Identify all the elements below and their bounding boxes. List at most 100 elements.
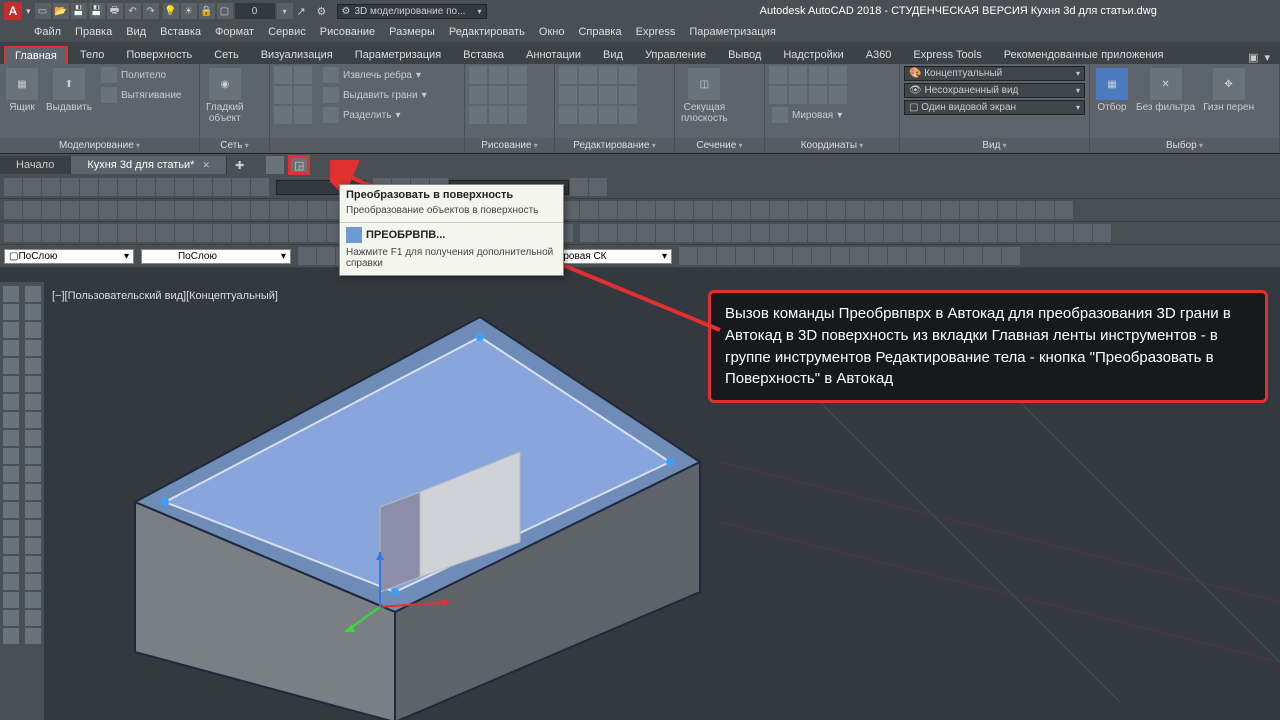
tab-featured-apps[interactable]: Рекомендованные приложения: [994, 46, 1174, 64]
viewport-label[interactable]: [−][Пользовательский вид][Концептуальный…: [52, 290, 278, 302]
menu-format[interactable]: Формат: [215, 26, 254, 38]
tool-icon[interactable]: [983, 247, 1001, 265]
panel-modify-title[interactable]: Редактирование: [555, 138, 674, 153]
draw-tool-icon[interactable]: [25, 502, 41, 518]
tool-icon[interactable]: [789, 201, 807, 219]
panel-section-title[interactable]: Сечение: [675, 138, 764, 153]
menu-dims[interactable]: Размеры: [389, 26, 435, 38]
linetype-combo[interactable]: ПоСлою: [141, 249, 291, 264]
tool-icon[interactable]: [869, 247, 887, 265]
tool-icon[interactable]: [270, 224, 288, 242]
tool-icon[interactable]: [1036, 224, 1054, 242]
tool-icon[interactable]: [194, 224, 212, 242]
draw-tool-icon[interactable]: [3, 376, 19, 392]
tool-icon[interactable]: [570, 178, 588, 196]
tool-icon[interactable]: [99, 201, 117, 219]
tool-icon[interactable]: [599, 224, 617, 242]
tool-icon[interactable]: [99, 178, 117, 196]
layer-name[interactable]: 0: [235, 3, 275, 19]
tool-icon[interactable]: [713, 224, 731, 242]
tool-icon[interactable]: [599, 201, 617, 219]
tool-icon[interactable]: [922, 201, 940, 219]
tool-icon[interactable]: [903, 224, 921, 242]
tab-output[interactable]: Вывод: [718, 46, 771, 64]
tab-solid[interactable]: Тело: [70, 46, 115, 64]
tool-icon[interactable]: [317, 247, 335, 265]
tab-insert[interactable]: Вставка: [453, 46, 514, 64]
tool-icon[interactable]: [80, 201, 98, 219]
modify-icon[interactable]: [599, 106, 617, 124]
modify-icon[interactable]: [599, 86, 617, 104]
draw-tool-icon[interactable]: [3, 484, 19, 500]
tab-annotate[interactable]: Аннотации: [516, 46, 591, 64]
tool-icon[interactable]: [61, 201, 79, 219]
draw-tool-icon[interactable]: [25, 448, 41, 464]
tool-icon[interactable]: [270, 201, 288, 219]
draw-tool-icon[interactable]: [25, 628, 41, 644]
tool-icon[interactable]: [1017, 201, 1035, 219]
tool-icon[interactable]: [175, 178, 193, 196]
draw-tool-icon[interactable]: [25, 484, 41, 500]
tool-icon[interactable]: [964, 247, 982, 265]
tool-icon[interactable]: [118, 201, 136, 219]
modify-icon[interactable]: [559, 66, 577, 84]
tool-icon[interactable]: [4, 178, 22, 196]
undo-icon[interactable]: ↶: [125, 3, 141, 19]
tool-icon[interactable]: [998, 201, 1016, 219]
menu-help[interactable]: Справка: [578, 26, 621, 38]
tool-icon[interactable]: [732, 224, 750, 242]
tool-icon[interactable]: [945, 247, 963, 265]
tool-icon[interactable]: [118, 178, 136, 196]
tool-icon[interactable]: [736, 247, 754, 265]
draw-tool-icon[interactable]: [25, 340, 41, 356]
extrude-faces-button[interactable]: Выдавить грани ▾: [320, 86, 430, 104]
draw-tool-icon[interactable]: [25, 286, 41, 302]
menu-modify[interactable]: Редактировать: [449, 26, 525, 38]
tool-icon[interactable]: [61, 178, 79, 196]
draw-tool-icon[interactable]: [25, 394, 41, 410]
draw-tool-icon[interactable]: [3, 628, 19, 644]
ribbon-min-icon[interactable]: ▣: [1248, 51, 1258, 64]
draw-tool-icon[interactable]: [25, 376, 41, 392]
tool-icon[interactable]: [42, 224, 60, 242]
tool-icon[interactable]: [175, 201, 193, 219]
tool-icon[interactable]: [865, 224, 883, 242]
tool-icon[interactable]: [308, 201, 326, 219]
tool-icon[interactable]: [907, 247, 925, 265]
tool-icon[interactable]: [1074, 224, 1092, 242]
tool-icon[interactable]: [751, 224, 769, 242]
tool-icon[interactable]: [850, 247, 868, 265]
tab-visualize[interactable]: Визуализация: [251, 46, 343, 64]
workspace-dropdown[interactable]: ⚙3D моделирование по...▾: [337, 4, 487, 19]
tab-view[interactable]: Вид: [593, 46, 633, 64]
draw-tool-icon[interactable]: [25, 520, 41, 536]
tool-icon[interactable]: [137, 224, 155, 242]
draw-tool-icon[interactable]: [3, 394, 19, 410]
solid-edit-icon[interactable]: [294, 106, 312, 124]
toolbar-misc-icon[interactable]: [266, 156, 284, 174]
tool-icon[interactable]: [1036, 201, 1054, 219]
new-tab-button[interactable]: ✚: [227, 156, 252, 175]
ucs-icon[interactable]: [769, 66, 787, 84]
separate-button[interactable]: Разделить ▾: [320, 106, 430, 124]
tool-icon[interactable]: [137, 201, 155, 219]
tool-icon[interactable]: [1055, 201, 1073, 219]
close-icon[interactable]: ✕: [202, 160, 210, 170]
tab-home[interactable]: Главная: [4, 46, 68, 64]
panel-select-title[interactable]: Выбор: [1090, 138, 1279, 153]
draw-tool-icon[interactable]: [3, 574, 19, 590]
menu-param[interactable]: Параметризация: [689, 26, 775, 38]
menu-draw[interactable]: Рисование: [320, 26, 375, 38]
draw-icon[interactable]: [469, 106, 487, 124]
tool-icon[interactable]: [884, 224, 902, 242]
tool-icon[interactable]: [998, 224, 1016, 242]
draw-tool-icon[interactable]: [25, 412, 41, 428]
tool-icon[interactable]: [80, 224, 98, 242]
redo-icon[interactable]: ↷: [143, 3, 159, 19]
box-button[interactable]: ▦Ящик: [4, 66, 40, 115]
ucs-icon[interactable]: [809, 86, 827, 104]
tool-icon[interactable]: [979, 201, 997, 219]
tool-icon[interactable]: [80, 178, 98, 196]
tool-icon[interactable]: [808, 201, 826, 219]
solid-edit-icon[interactable]: [274, 86, 292, 104]
